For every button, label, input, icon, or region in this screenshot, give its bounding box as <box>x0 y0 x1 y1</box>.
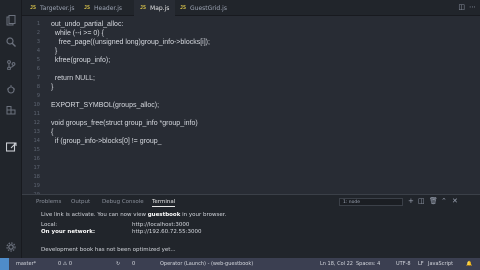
line-number: 4 <box>36 48 40 54</box>
more-actions-icon[interactable]: ⋯ <box>469 3 476 11</box>
code-line: out_undo_partial_alloc: <box>51 21 124 28</box>
code-editor[interactable]: 1 2 3 4 5 6 7 8 9 10 11 12 13 14 15 16 1… <box>22 16 480 198</box>
settings-gear-icon[interactable] <box>4 240 18 254</box>
terminal-network-url[interactable]: http://192.60.72.55:3000 <box>132 229 201 235</box>
tab-problems[interactable]: Problems <box>36 199 61 205</box>
extensions-icon[interactable] <box>4 104 18 118</box>
eol-status[interactable]: LF <box>418 261 424 267</box>
terminal-note: Development book has not been optimized … <box>41 247 176 253</box>
js-file-icon: JS <box>140 5 147 11</box>
branch-status[interactable]: master* <box>16 261 36 267</box>
code-line: void groups_free(struct group_info *grou… <box>51 120 198 127</box>
js-file-icon: JS <box>30 5 37 11</box>
line-number: 10 <box>33 102 40 108</box>
code-line: free_page((unsigned long)group_info->blo… <box>51 39 210 46</box>
line-number: 11 <box>33 111 40 117</box>
code-line: return NULL; <box>51 75 95 82</box>
line-number: 16 <box>33 156 40 162</box>
sync-status[interactable]: ↻ <box>116 261 120 267</box>
status-bar: master* 0 ⚠ 0 ↻ 0 Operator (Launch) - (w… <box>0 258 480 270</box>
trash-icon[interactable]: 🗑 <box>429 197 438 205</box>
indent-status[interactable]: Spaces: 4 <box>356 261 380 267</box>
js-file-icon: JS <box>84 5 91 11</box>
js-file-icon: JS <box>180 5 187 11</box>
code-line: } <box>51 48 58 55</box>
chevron-up-icon[interactable]: ⌃ <box>441 197 447 205</box>
bottom-panel: Problems Output Debug Console Terminal 1… <box>22 194 480 258</box>
line-number: 17 <box>33 165 40 171</box>
tab-label: GuestGrid.js <box>190 4 227 12</box>
code-line: EXPORT_SYMBOL(groups_alloc); <box>51 102 160 109</box>
tab-map[interactable]: JS Map.js <box>134 0 176 16</box>
split-terminal-icon[interactable]: ◫ <box>418 197 425 205</box>
code-line: { <box>51 129 54 136</box>
remote-indicator[interactable] <box>0 258 9 270</box>
search-icon[interactable] <box>4 35 18 49</box>
line-number: 2 <box>36 30 40 36</box>
line-number: 9 <box>36 93 40 99</box>
tab-label: Map.js <box>150 4 170 12</box>
debug-icon[interactable] <box>4 82 18 96</box>
encoding-status[interactable]: UTF-8 <box>396 261 411 267</box>
code-line: kfree(group_info); <box>51 57 111 64</box>
tab-guestgrid[interactable]: JS GuestGrid.js <box>174 0 233 16</box>
explorer-icon[interactable] <box>4 13 18 27</box>
tab-targetver[interactable]: JS Targetver.js <box>24 0 80 16</box>
editor-tab-bar: JS Targetver.js JS Header.js JS Map.js J… <box>22 0 480 16</box>
line-number: 15 <box>33 147 40 153</box>
code-line: while (--i >= 0) { <box>51 30 104 37</box>
tab-label: Targetver.js <box>40 4 75 12</box>
tab-label: Header.js <box>94 4 123 12</box>
split-editor-icon[interactable]: ◫ <box>458 3 465 11</box>
add-terminal-icon[interactable]: + <box>408 197 414 205</box>
line-number: 8 <box>36 84 40 90</box>
tab-header[interactable]: JS Header.js <box>78 0 128 16</box>
line-number: 1 <box>36 21 40 27</box>
tab-output[interactable]: Output <box>71 199 90 205</box>
line-number: 19 <box>33 183 40 189</box>
launch-status[interactable]: Operator (Launch) - (web-guestbook) <box>160 261 253 267</box>
line-number: 3 <box>36 39 40 45</box>
terminal-local-url[interactable]: http://localhost:3000 <box>132 222 189 228</box>
language-status[interactable]: JavaScript <box>428 261 453 267</box>
terminal-line: Live link is activate. You can now view … <box>41 212 227 218</box>
activity-bar <box>0 0 22 258</box>
line-number: 18 <box>33 174 40 180</box>
terminal-network-label: On your network: <box>41 229 96 235</box>
line-number: 12 <box>33 120 40 126</box>
line-number: 13 <box>33 129 40 135</box>
close-icon[interactable]: ✕ <box>452 197 458 205</box>
code-line: if (group_info->blocks[0] != group_ <box>51 138 162 145</box>
remote-explorer-icon[interactable] <box>4 140 18 154</box>
line-number: 14 <box>33 138 40 144</box>
line-number: 7 <box>36 75 40 81</box>
line-number: 5 <box>36 57 40 63</box>
source-control-icon[interactable] <box>4 58 18 72</box>
problems-status[interactable]: 0 ⚠ 0 <box>58 261 72 267</box>
terminal-select[interactable]: 1: node <box>339 198 403 206</box>
terminal-local-label: Local: <box>41 222 58 228</box>
line-number-gutter: 1 2 3 4 5 6 7 8 9 10 11 12 13 14 15 16 1… <box>22 16 42 198</box>
tab-debug-console[interactable]: Debug Console <box>102 199 144 205</box>
ports-status[interactable]: 0 <box>132 261 135 267</box>
editor-actions: ◫ ⋯ <box>458 3 476 11</box>
code-line: } <box>51 84 54 91</box>
bell-icon[interactable]: 🔔 <box>466 261 472 267</box>
tab-terminal[interactable]: Terminal <box>152 199 176 207</box>
line-number: 6 <box>36 66 40 72</box>
cursor-position[interactable]: Ln 18, Col 22 <box>320 261 353 267</box>
